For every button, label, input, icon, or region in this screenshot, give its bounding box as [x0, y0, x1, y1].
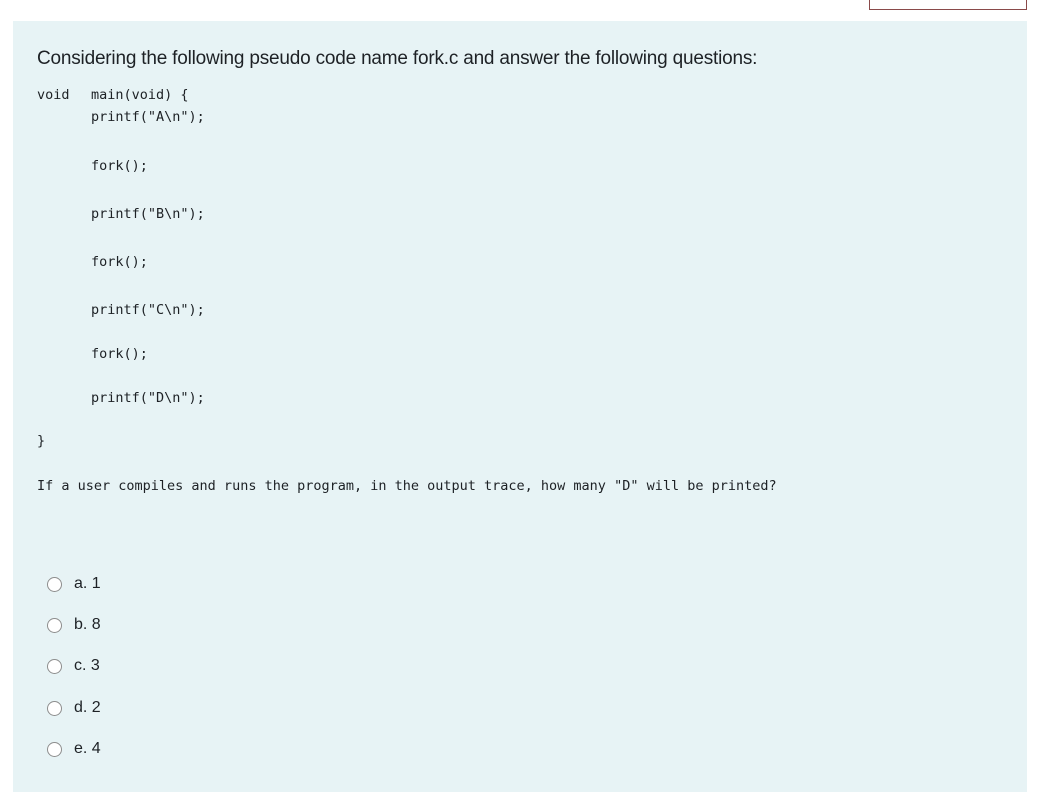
code-line: printf("D\n"); [91, 390, 205, 406]
option-label: a. 1 [74, 575, 101, 592]
question-prompt: If a user compiles and runs the program,… [37, 478, 777, 494]
code-line: printf("C\n"); [91, 302, 205, 318]
question-panel: Considering the following pseudo code na… [13, 21, 1027, 792]
option-a[interactable]: a. 1 [47, 575, 101, 593]
option-d[interactable]: d. 2 [47, 699, 101, 717]
code-closing-brace: } [37, 433, 46, 449]
code-void: void [37, 87, 70, 103]
code-line: printf("B\n"); [91, 206, 205, 222]
code-line: fork(); [91, 254, 148, 270]
option-label: c. 3 [74, 657, 100, 674]
code-line: fork(); [91, 158, 148, 174]
question-intro: Considering the following pseudo code na… [37, 48, 758, 69]
radio-button[interactable] [47, 576, 62, 592]
code-line: fork(); [91, 346, 148, 362]
option-b[interactable]: b. 8 [47, 616, 101, 634]
radio-button[interactable] [47, 741, 62, 757]
option-label: d. 2 [74, 699, 101, 716]
option-c[interactable]: c. 3 [47, 657, 100, 675]
option-label: b. 8 [74, 616, 101, 633]
option-label: e. 4 [74, 740, 101, 757]
radio-button[interactable] [47, 658, 62, 674]
option-e[interactable]: e. 4 [47, 740, 101, 758]
code-line: printf("A\n"); [91, 109, 205, 125]
top-right-box [869, 0, 1027, 10]
radio-button[interactable] [47, 700, 62, 716]
code-main: main(void) { [91, 87, 189, 103]
radio-button[interactable] [47, 617, 62, 633]
